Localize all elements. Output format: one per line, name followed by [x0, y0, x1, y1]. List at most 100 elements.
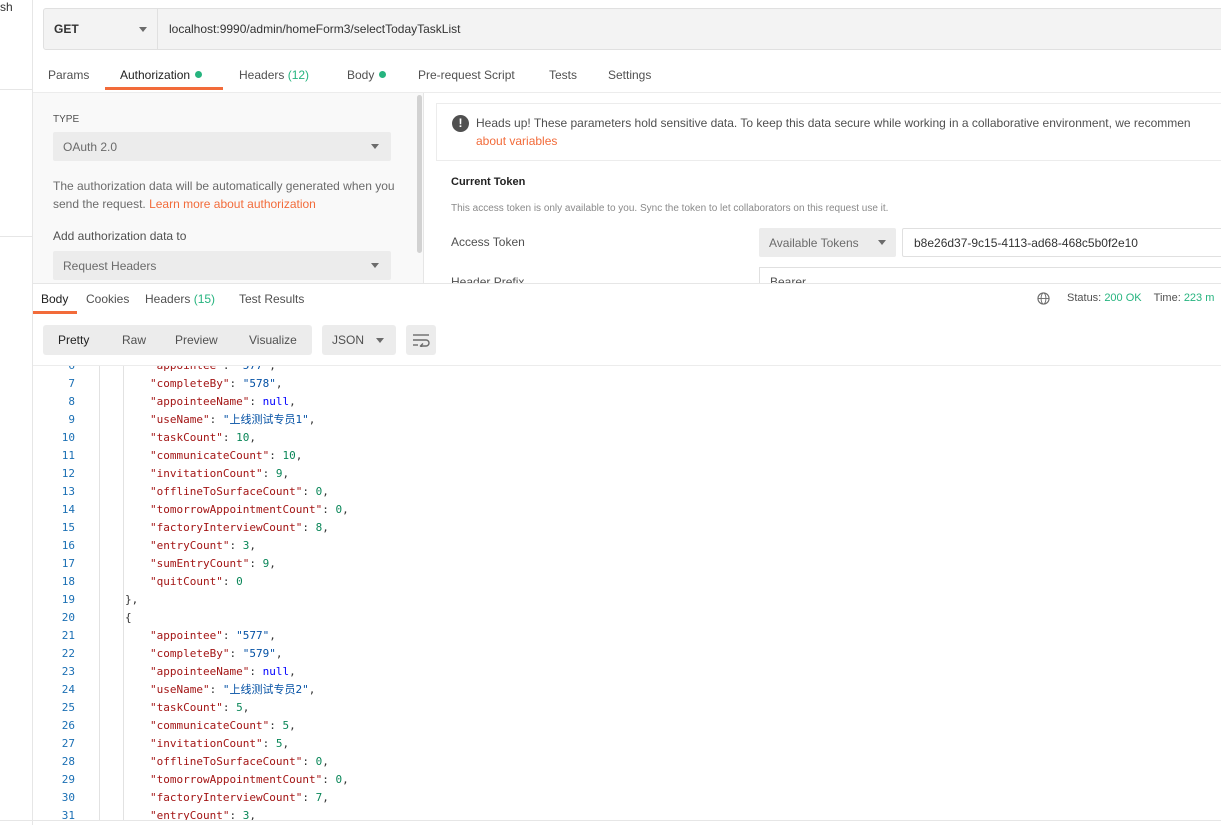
code-line: 21 "appointee": "577", [33, 627, 1221, 645]
tab-authorization[interactable]: Authorization [120, 62, 203, 90]
wrap-lines-button[interactable] [406, 325, 436, 355]
format-select[interactable]: JSON [322, 325, 396, 355]
method-label: GET [54, 22, 79, 36]
globe-icon[interactable] [1037, 292, 1050, 305]
visualize-button[interactable]: Visualize [249, 333, 297, 347]
code-text: "sumEntryCount": 9, [150, 557, 276, 570]
url-input[interactable]: localhost:9990/admin/homeForm3/selectTod… [158, 9, 460, 49]
tab-settings[interactable]: Settings [608, 62, 651, 90]
line-number: 18 [61, 575, 75, 588]
chevron-down-icon [371, 263, 379, 268]
pane-divider[interactable] [423, 93, 424, 283]
response-status: Status: 200 OK Time: 223 m [1067, 292, 1214, 304]
tab-cookies[interactable]: Cookies [86, 292, 129, 306]
code-line: 13 "offlineToSurfaceCount": 0, [33, 483, 1221, 501]
line-number: 16 [61, 539, 75, 552]
current-token-note: This access token is only available to y… [451, 203, 889, 214]
line-number: 19 [61, 593, 75, 606]
code-line: 10 "taskCount": 10, [33, 429, 1221, 447]
sidebar-text-fragment: sh [0, 0, 13, 14]
code-line: 24 "useName": "上线测试专员2", [33, 681, 1221, 699]
time-value[interactable]: 223 m [1184, 292, 1215, 304]
code-line: 28 "offlineToSurfaceCount": 0, [33, 753, 1221, 771]
code-text: "appointee": "577", [150, 366, 276, 375]
tab-tests[interactable]: Tests [549, 62, 577, 90]
divider [0, 236, 32, 237]
tab-test-results[interactable]: Test Results [239, 292, 304, 306]
auth-type-select[interactable]: OAuth 2.0 [53, 132, 391, 161]
method-select[interactable]: GET [44, 9, 158, 49]
line-number: 23 [61, 665, 75, 678]
line-number: 13 [61, 485, 75, 498]
code-line: 7 "completeBy": "578", [33, 375, 1221, 393]
tab-body[interactable]: Body [347, 62, 387, 90]
chevron-down-icon [139, 26, 147, 32]
line-number: 28 [61, 755, 75, 768]
line-number: 24 [61, 683, 75, 696]
code-line: 8 "appointeeName": null, [33, 393, 1221, 411]
tab-prerequest-script[interactable]: Pre-request Script [418, 62, 515, 90]
tab-response-headers[interactable]: Headers (15) [145, 292, 215, 306]
add-to-value: Request Headers [63, 258, 157, 273]
code-text: "appointeeName": null, [150, 665, 296, 678]
tab-label: Tests [549, 68, 578, 82]
divider [0, 820, 1221, 821]
code-line: 17 "sumEntryCount": 9, [33, 555, 1221, 573]
header-prefix-input[interactable]: Bearer [759, 267, 1221, 283]
status-value[interactable]: 200 OK [1104, 292, 1141, 304]
preview-button[interactable]: Preview [175, 333, 218, 347]
code-text: "completeBy": "579", [150, 647, 283, 660]
line-number: 7 [68, 377, 75, 390]
code-text: "completeBy": "578", [150, 377, 283, 390]
heads-up-message: Heads up! These parameters hold sensitiv… [476, 116, 1191, 130]
code-text: "entryCount": 3, [150, 539, 256, 552]
divider [0, 89, 32, 90]
code-line: 14 "tomorrowAppointmentCount": 0, [33, 501, 1221, 519]
learn-more-link[interactable]: Learn more about authorization [149, 197, 316, 211]
left-sidebar-strip: sh [0, 0, 33, 825]
line-number: 9 [68, 413, 75, 426]
code-text: }, [125, 593, 139, 606]
code-text: "tomorrowAppointmentCount": 0, [150, 503, 349, 516]
line-number: 30 [61, 791, 75, 804]
auth-description: The authorization data will be automatic… [53, 177, 398, 213]
code-text: "useName": "上线测试专员1", [150, 413, 316, 426]
code-text: "offlineToSurfaceCount": 0, [150, 755, 329, 768]
scrollbar[interactable] [417, 95, 422, 253]
tab-params[interactable]: Params [48, 62, 89, 90]
code-text: "invitationCount": 9, [150, 467, 290, 480]
line-number: 25 [61, 701, 75, 714]
raw-button[interactable]: Raw [122, 333, 146, 347]
tab-label: Pre-request Script [418, 68, 515, 82]
line-number: 26 [61, 719, 75, 732]
code-line: 27 "invitationCount": 5, [33, 735, 1221, 753]
code-text: "factoryInterviewCount": 7, [150, 791, 329, 804]
active-tab-underline [105, 87, 223, 90]
code-text: "factoryInterviewCount": 8, [150, 521, 329, 534]
available-tokens-select[interactable]: Available Tokens [759, 228, 896, 257]
code-text: "communicateCount": 10, [150, 449, 303, 462]
tab-label: Headers [239, 68, 285, 82]
auth-type-value: OAuth 2.0 [63, 139, 118, 154]
line-number: 11 [61, 449, 75, 462]
access-token-input[interactable]: b8e26d37-9c15-4113-ad68-468c5b0f2e10 [902, 228, 1221, 257]
about-variables-link[interactable]: about variables [476, 132, 1191, 150]
type-label: TYPE [53, 114, 80, 125]
line-number: 10 [61, 431, 75, 444]
access-token-label: Access Token [451, 235, 525, 249]
pretty-button[interactable]: Pretty [58, 333, 89, 347]
code-text: "communicateCount": 5, [150, 719, 296, 732]
tab-headers[interactable]: Headers (12) [239, 62, 309, 90]
line-number: 6 [33, 366, 75, 375]
line-number: 17 [61, 557, 75, 570]
headers-count: (15) [193, 292, 216, 306]
line-number: 8 [68, 395, 75, 408]
chevron-down-icon [371, 144, 379, 149]
tab-response-body[interactable]: Body [41, 292, 68, 306]
tab-label: Headers [145, 292, 191, 306]
add-to-select[interactable]: Request Headers [53, 251, 391, 280]
heads-up-banner: ! Heads up! These parameters hold sensit… [436, 103, 1221, 161]
line-number: 27 [61, 737, 75, 750]
response-body-code[interactable]: 6 "appointee": "577", 7 "completeBy": "578"… [33, 366, 1221, 821]
code-text: "invitationCount": 5, [150, 737, 290, 750]
